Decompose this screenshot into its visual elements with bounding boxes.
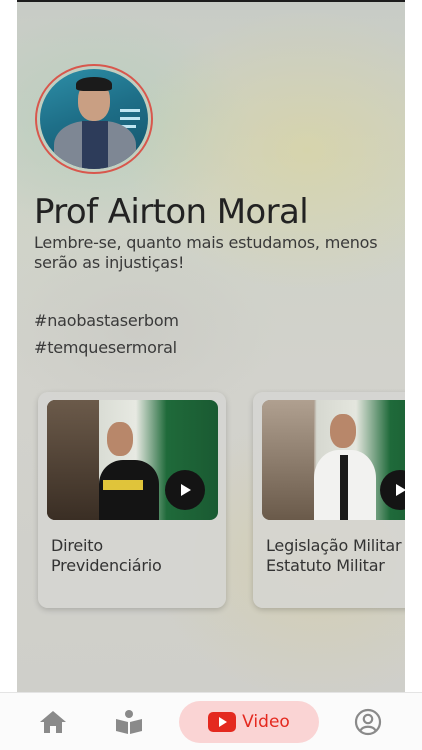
nav-profile[interactable] bbox=[350, 701, 386, 743]
hashtag-2: #temquesermoral bbox=[34, 338, 177, 357]
book-icon bbox=[116, 710, 142, 734]
play-icon bbox=[396, 484, 405, 496]
profile-photo bbox=[40, 69, 148, 169]
youtube-icon bbox=[208, 712, 237, 732]
play-icon bbox=[181, 484, 191, 496]
video-thumbnail[interactable] bbox=[262, 400, 405, 520]
status-divider bbox=[17, 0, 405, 2]
video-title-line1: Direito bbox=[51, 536, 103, 555]
video-card[interactable]: Direito Previdenciário bbox=[38, 392, 226, 608]
nav-video-label: Video bbox=[242, 712, 290, 732]
video-title-line2: Previdenciário bbox=[51, 556, 162, 575]
profile-name: Prof Airton Moral bbox=[34, 192, 309, 232]
profile-avatar[interactable] bbox=[35, 64, 153, 174]
video-title-line1: Legislação Militar bbox=[266, 536, 402, 555]
video-thumbnail[interactable] bbox=[47, 400, 218, 520]
video-title-line2: Estatuto Militar bbox=[266, 556, 385, 575]
profile-motto: Lembre-se, quanto mais estudamos, menos … bbox=[34, 233, 378, 272]
video-title: Legislação Militar Estatuto Militar bbox=[266, 536, 405, 576]
play-button[interactable] bbox=[165, 470, 205, 510]
nav-video[interactable]: Video bbox=[179, 701, 319, 743]
home-icon bbox=[40, 711, 66, 733]
bottom-nav: Video bbox=[0, 692, 422, 750]
nav-courses[interactable] bbox=[110, 701, 148, 743]
play-button[interactable] bbox=[380, 470, 405, 510]
video-title: Direito Previdenciário bbox=[51, 536, 221, 576]
nav-home[interactable] bbox=[34, 701, 72, 743]
video-card[interactable]: Legislação Militar Estatuto Militar bbox=[253, 392, 405, 608]
profile-icon bbox=[354, 708, 382, 736]
background-screen: Prof Airton Moral Lembre-se, quanto mais… bbox=[17, 0, 405, 692]
hashtag-1: #naobastaserbom bbox=[34, 311, 179, 330]
